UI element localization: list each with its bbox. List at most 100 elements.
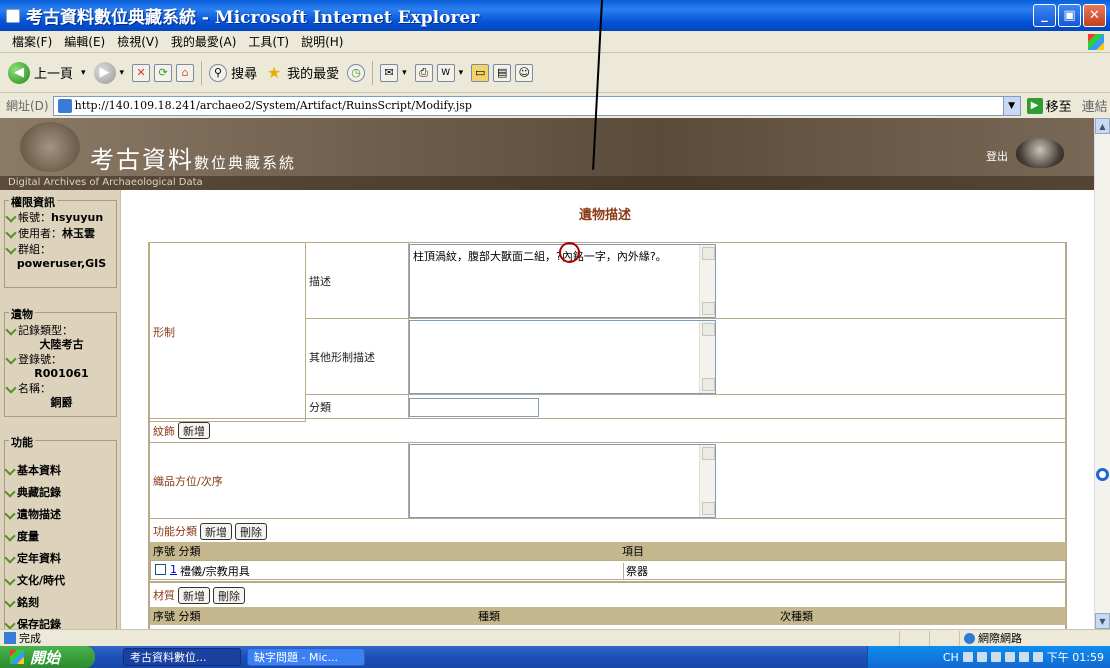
site-banner: 考古資料數位典藏系統 Digital Archives of Archaeolo… [0, 118, 1094, 190]
pen-icon [5, 211, 17, 223]
close-button[interactable]: ✕ [1083, 4, 1106, 27]
network-icon[interactable] [990, 652, 1001, 662]
textarea-scrollbar[interactable] [699, 321, 715, 393]
security-icon[interactable] [1018, 652, 1029, 662]
artifact-header: 遺物 [9, 306, 35, 322]
links-button[interactable]: 連結 [1082, 96, 1108, 115]
research-icon[interactable]: ▤ [493, 63, 512, 82]
go-label: 移至 [1045, 100, 1072, 115]
main-area: 遺物描述 形制 描述 柱頂渦紋，腹部大獸面二組，?內銘一字，內外緣?。 其他形制… [121, 190, 1094, 629]
menu-favorites[interactable]: 我的最愛(A) [171, 33, 237, 50]
scroll-up-icon[interactable]: ▲ [1095, 118, 1110, 134]
go-arrow-icon: ▶ [1026, 97, 1043, 114]
position-textarea[interactable] [409, 444, 716, 518]
menu-bar: 檔案(F) 編輯(E) 檢視(V) 我的最愛(A) 工具(T) 說明(H) [0, 31, 1110, 53]
pen-icon [4, 508, 16, 520]
material-delete-button[interactable]: 刪除 [213, 587, 245, 604]
menu-tools[interactable]: 工具(T) [248, 33, 289, 50]
material-header-seq: 序號 分類 [153, 610, 201, 623]
menu-file[interactable]: 檔案(F) [12, 33, 52, 50]
nav-measurement[interactable]: 度量 [4, 525, 116, 547]
function-header-seq: 序號 分類 [153, 545, 201, 558]
stop-icon[interactable]: ✕ [132, 63, 151, 82]
address-bar: 網址(D) http://140.109.18.241/archaeo2/Sys… [0, 93, 1110, 118]
task-ie-window[interactable]: 考古資料數位... [123, 648, 241, 666]
history-icon[interactable]: ◷ [347, 63, 366, 82]
separator [372, 60, 374, 85]
folder-icon[interactable]: ▭ [471, 63, 490, 82]
ime-indicator[interactable]: CH [943, 651, 959, 664]
back-dropdown-icon[interactable]: ▾ [81, 68, 86, 78]
table-row: 1 禮儀/宗教用具 祭器 [150, 560, 1066, 580]
nav-inscription[interactable]: 銘刻 [4, 591, 116, 613]
word-edit-icon[interactable]: W [436, 63, 455, 82]
class-label-cell: 分類 [305, 394, 409, 419]
site-title-small: 數位典藏系統 [194, 154, 297, 172]
address-url[interactable]: http://140.109.18.241/archaeo2/System/Ar… [75, 99, 472, 112]
search-icon[interactable]: ⚲ [209, 63, 228, 82]
task-word-window[interactable]: 缺字問題 - Mic... [247, 648, 365, 666]
back-button[interactable]: 上一頁 [34, 63, 73, 82]
function-header: 功能 [9, 434, 35, 450]
pattern-add-button[interactable]: 新增 [178, 422, 210, 439]
windows-flag-icon [10, 650, 24, 664]
menu-edit[interactable]: 編輯(E) [64, 33, 105, 50]
scroll-thumb[interactable] [1096, 468, 1109, 481]
logout-link[interactable]: 登出 [986, 148, 1008, 164]
mail-dropdown-icon[interactable]: ▾ [402, 68, 407, 78]
regno-value: R001061 [34, 367, 89, 380]
page-icon [57, 98, 72, 113]
monitor-icon[interactable] [1032, 652, 1043, 662]
favorites-star-icon[interactable]: ★ [265, 63, 283, 82]
go-button[interactable]: ▶ 移至 [1026, 96, 1072, 115]
menu-help[interactable]: 說明(H) [301, 33, 343, 50]
home-icon[interactable]: ⌂ [176, 63, 195, 82]
group-label: 群組： [18, 243, 51, 256]
artifact-description-form: 形制 描述 柱頂渦紋，腹部大獸面二組，?內銘一字，內外緣?。 其他形制描述 分類… [148, 242, 1067, 629]
pen-icon [5, 227, 17, 239]
pen-icon [4, 486, 16, 498]
nav-artifact-description[interactable]: 遺物描述 [4, 503, 116, 525]
textarea-scrollbar[interactable] [699, 445, 715, 517]
refresh-icon[interactable]: ⟳ [154, 63, 173, 82]
minimize-button[interactable]: _ [1033, 4, 1056, 27]
class-input[interactable] [409, 398, 539, 417]
pen-icon [5, 324, 17, 336]
forward-arrow-icon[interactable]: ▶ [93, 61, 116, 84]
start-button[interactable]: 開始 [0, 646, 95, 668]
maximize-button[interactable]: ▣ [1058, 4, 1081, 27]
row-checkbox[interactable] [155, 564, 166, 575]
nav-dating[interactable]: 定年資料 [4, 547, 116, 569]
help-icon[interactable] [976, 652, 987, 662]
other-shape-textarea[interactable] [409, 320, 716, 394]
print-icon[interactable]: ⎙ [414, 63, 433, 82]
address-input[interactable]: http://140.109.18.241/archaeo2/System/Ar… [52, 95, 1021, 116]
pen-icon [5, 243, 17, 255]
function-panel: 功能 基本資料 典藏記錄 遺物描述 度量 定年資料 文化/時代 銘刻 保存記錄 [4, 434, 117, 629]
menu-view[interactable]: 檢視(V) [117, 33, 159, 50]
page-heading: 遺物描述 [579, 208, 632, 223]
nav-collection-record[interactable]: 典藏記錄 [4, 481, 116, 503]
forward-dropdown-icon[interactable]: ▾ [120, 68, 125, 78]
nav-culture-period[interactable]: 文化/時代 [4, 569, 116, 591]
back-arrow-icon[interactable]: ◀ [8, 61, 30, 84]
address-dropdown-icon[interactable]: ▼ [1002, 96, 1020, 115]
nav-preservation[interactable]: 保存記錄 [4, 613, 116, 629]
function-class-label: 功能分類 [153, 525, 197, 538]
messenger-icon[interactable]: ☺ [515, 63, 534, 82]
material-add-button[interactable]: 新增 [178, 587, 210, 604]
mail-icon[interactable]: ✉ [380, 63, 399, 82]
favorites-button[interactable]: 我的最愛 [287, 63, 339, 82]
page-content: 考古資料數位典藏系統 Digital Archives of Archaeolo… [0, 118, 1094, 629]
row-seq-link[interactable]: 1 [170, 563, 177, 576]
textarea-scrollbar[interactable] [699, 245, 715, 317]
page-scrollbar[interactable]: ▲ ▼ [1094, 118, 1110, 629]
function-add-button[interactable]: 新增 [200, 523, 232, 540]
ime-icon[interactable] [962, 652, 973, 662]
volume-icon[interactable] [1004, 652, 1015, 662]
function-delete-button[interactable]: 刪除 [235, 523, 267, 540]
nav-basic-data[interactable]: 基本資料 [4, 459, 116, 481]
edit-dropdown-icon[interactable]: ▾ [459, 68, 464, 78]
scroll-down-icon[interactable]: ▼ [1095, 613, 1110, 629]
search-button[interactable]: 搜尋 [231, 63, 257, 82]
